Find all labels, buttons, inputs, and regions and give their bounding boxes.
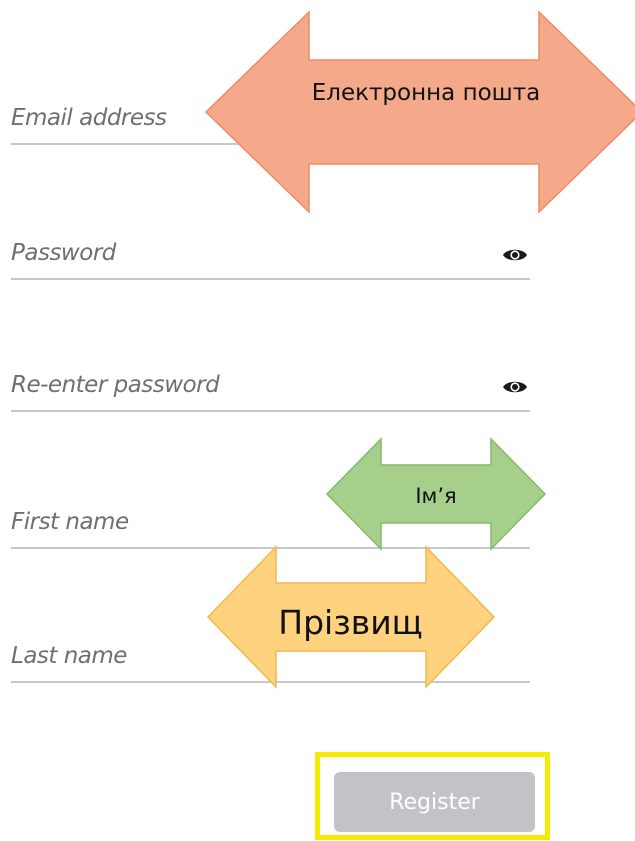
password-placeholder: Password (11, 240, 116, 266)
reenter-password-placeholder: Re-enter password (11, 372, 220, 398)
last-name-placeholder: Last name (11, 643, 127, 669)
email-annotation-label: Електронна пошта (311, 80, 541, 106)
email-annotation-arrow (204, 10, 635, 214)
register-highlight: Register (315, 752, 550, 840)
eye-icon[interactable] (502, 378, 528, 396)
last-name-annotation-label: Прізвищ (278, 603, 423, 642)
reenter-password-field[interactable]: Re-enter password (11, 370, 530, 412)
password-field[interactable]: Password (11, 238, 530, 280)
email-placeholder: Email address (11, 105, 167, 131)
first-name-annotation-label: Ім’я (415, 484, 457, 508)
eye-icon[interactable] (502, 246, 528, 264)
first-name-placeholder: First name (11, 509, 129, 535)
register-button[interactable]: Register (334, 772, 535, 832)
